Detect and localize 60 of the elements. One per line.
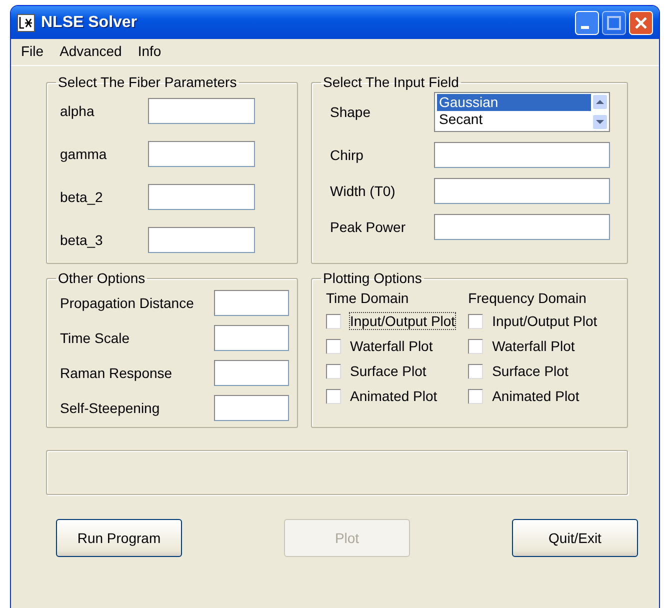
checkbox-label[interactable]: Animated Plot	[491, 387, 580, 405]
field-label: Shape	[330, 104, 372, 120]
input-field[interactable]	[214, 395, 289, 421]
input-field[interactable]	[434, 142, 610, 168]
column-heading: Time Domain	[326, 290, 410, 306]
window-title: NLSE Solver	[41, 14, 138, 32]
field-label: Self-Steepening	[60, 400, 161, 416]
minimize-button[interactable]	[575, 10, 599, 34]
field-label: Time Scale	[60, 330, 131, 346]
app-icon	[17, 14, 35, 32]
list-option[interactable]: Secant	[437, 111, 591, 128]
checkbox[interactable]	[326, 314, 341, 328]
maximize-button[interactable]	[602, 10, 626, 34]
button[interactable]: Quit/Exit	[512, 519, 638, 557]
shape-listbox[interactable]: Gaussian Secant	[434, 92, 610, 132]
checkbox-label[interactable]: Input/Output Plot	[491, 312, 598, 330]
group-title: Other Options	[57, 270, 146, 286]
checkbox[interactable]	[468, 364, 484, 378]
scroll-down-button[interactable]	[592, 114, 608, 130]
checkbox-label[interactable]: Animated Plot	[349, 387, 438, 405]
button[interactable]: Run Program	[56, 519, 182, 557]
field-label: beta_2	[60, 189, 104, 205]
input-field[interactable]	[148, 141, 255, 167]
field-label: Raman Response	[60, 365, 174, 381]
field-label: gamma	[60, 146, 108, 162]
checkbox[interactable]	[468, 338, 484, 354]
checkbox[interactable]	[326, 338, 341, 354]
menu-item[interactable]: Advanced	[52, 43, 130, 61]
input-field[interactable]	[214, 325, 289, 351]
scroll-up-button[interactable]	[592, 94, 608, 110]
field-label: Width (T0)	[330, 183, 396, 199]
input-field[interactable]	[148, 184, 255, 210]
checkbox-label[interactable]: Surface Plot	[349, 362, 428, 380]
checkbox[interactable]	[326, 364, 341, 378]
close-button[interactable]	[629, 10, 653, 34]
input-field[interactable]	[434, 214, 610, 240]
field-label: Chirp	[330, 147, 364, 163]
checkbox[interactable]	[468, 388, 484, 404]
menu-item[interactable]: File	[13, 43, 52, 61]
checkbox[interactable]	[468, 314, 484, 328]
field-label: alpha	[60, 103, 96, 119]
group-title: Plotting Options	[322, 270, 423, 286]
input-field[interactable]	[434, 178, 610, 204]
field-label: Peak Power	[330, 219, 406, 235]
input-field[interactable]	[214, 360, 289, 386]
checkbox-label[interactable]: Input/Output Plot	[349, 312, 456, 330]
field-label: Propagation Distance	[60, 295, 195, 311]
field-label: beta_3	[60, 232, 104, 248]
group-title: Select The Input Field	[322, 74, 460, 90]
checkbox-label[interactable]: Waterfall Plot	[349, 337, 434, 355]
input-field[interactable]	[214, 290, 289, 316]
input-field[interactable]	[148, 227, 255, 253]
checkbox-label[interactable]: Waterfall Plot	[491, 337, 576, 355]
input-field[interactable]	[148, 98, 255, 124]
checkbox-label[interactable]: Surface Plot	[491, 362, 570, 380]
list-option[interactable]: Gaussian	[437, 94, 591, 111]
column-heading: Frequency Domain	[468, 290, 588, 306]
group-title: Select The Fiber Parameters	[57, 74, 238, 90]
menu-item[interactable]: Info	[130, 43, 170, 61]
checkbox[interactable]	[326, 388, 341, 404]
